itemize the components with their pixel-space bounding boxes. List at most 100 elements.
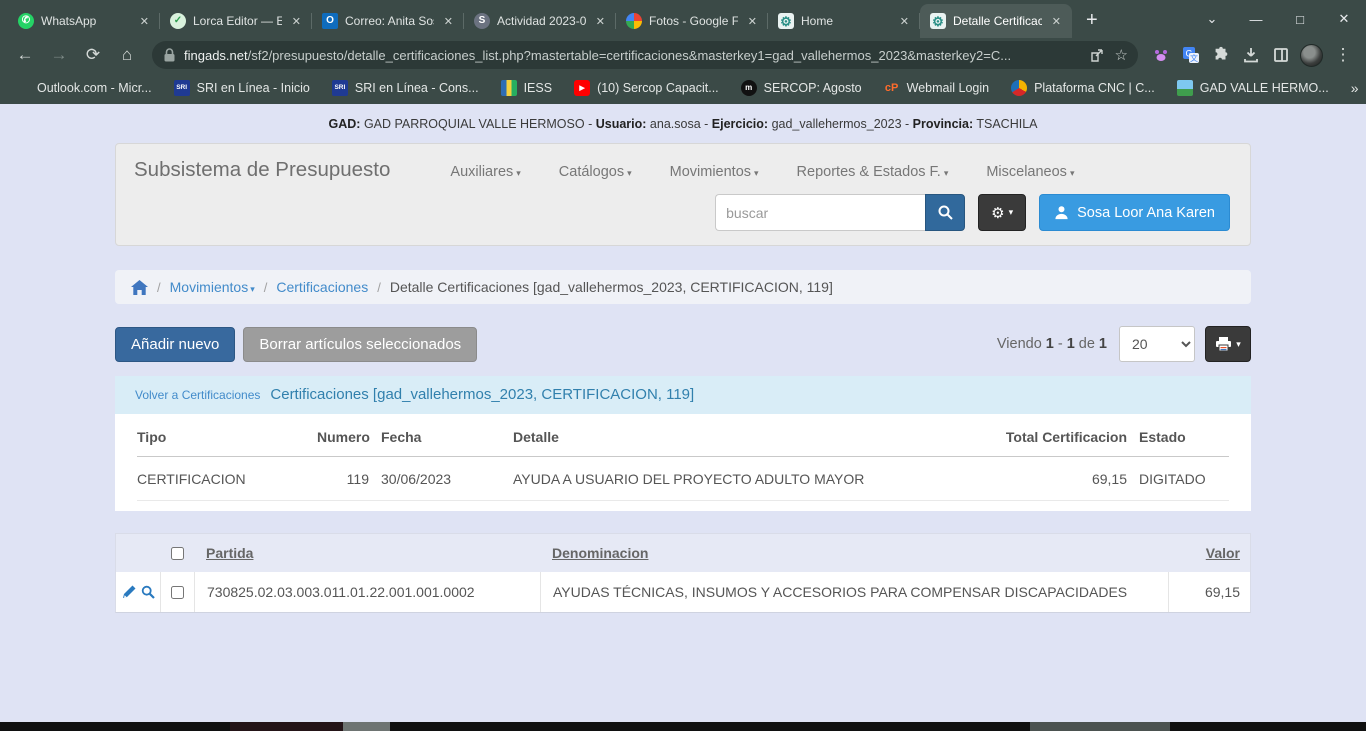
bookmark-star-icon[interactable]: ☆ — [1115, 46, 1128, 64]
tab-whatsapp[interactable]: ✆ WhatsApp ✕ — [8, 4, 160, 38]
tab-close-icon[interactable]: ✕ — [137, 13, 152, 30]
avatar — [1300, 44, 1323, 67]
print-export-button[interactable]: ▾ — [1205, 326, 1251, 362]
bookmark-sri-consultas[interactable]: SRI SRI en Línea - Cons... — [332, 80, 479, 96]
extension-pet-icon[interactable] — [1148, 42, 1174, 68]
chevron-down-icon: ▾ — [516, 168, 521, 178]
select-all-checkbox[interactable] — [171, 547, 184, 560]
denominacion-value: AYUDAS TÉCNICAS, INSUMOS Y ACCESORIOS PA… — [540, 572, 1168, 612]
translate-extension-icon[interactable]: G文 — [1178, 42, 1204, 68]
minimize-button[interactable]: — — [1234, 0, 1278, 38]
app-title: Subsistema de Presupuesto — [134, 158, 390, 182]
tab-title: WhatsApp — [41, 14, 130, 28]
profile-avatar[interactable] — [1298, 42, 1324, 68]
tab-actividad[interactable]: S Actividad 2023-0 ✕ — [464, 4, 616, 38]
tab-lorca-editor[interactable]: ✓ Lorca Editor — El ✕ — [160, 4, 312, 38]
tab-close-icon[interactable]: ✕ — [1049, 13, 1064, 30]
search-button[interactable] — [925, 194, 965, 231]
bookmark-sercop-youtube[interactable]: ▶ (10) Sercop Capacit... — [574, 80, 719, 96]
search-input[interactable] — [715, 194, 925, 231]
master-data-row: CERTIFICACION 119 30/06/2023 AYUDA A USU… — [137, 457, 1229, 501]
forward-icon[interactable]: → — [44, 41, 74, 69]
breadcrumb: / Movimientos▾ / Certificaciones / Detal… — [115, 270, 1251, 304]
add-new-button[interactable]: Añadir nuevo — [115, 327, 235, 362]
settings-dropdown-button[interactable]: ⚙ ▾ — [978, 194, 1026, 231]
menu-miscelaneos[interactable]: Miscelaneos▾ — [986, 164, 1074, 180]
provincia-label: Provincia: — [913, 117, 973, 131]
home-icon[interactable]: ⌂ — [112, 41, 142, 69]
tipo-value: CERTIFICACION — [137, 471, 305, 487]
tab-home[interactable]: ⚙ Home ✕ — [768, 4, 920, 38]
col-detalle: Detalle — [513, 429, 965, 445]
menu-reportes[interactable]: Reportes & Estados F.▾ — [797, 164, 949, 180]
bookmark-sercop-agosto[interactable]: m SERCOP: Agosto — [741, 80, 862, 96]
fingads-icon: ⚙ — [930, 13, 946, 29]
bookmark-webmail[interactable]: cP Webmail Login — [884, 80, 989, 96]
bookmark-sri-inicio[interactable]: SRI SRI en Línea - Inicio — [174, 80, 310, 96]
bookmark-cnc[interactable]: Plataforma CNC | C... — [1011, 80, 1155, 96]
close-button[interactable]: ✕ — [1322, 0, 1366, 38]
microsoft-icon — [14, 80, 30, 96]
fecha-value: 30/06/2023 — [381, 471, 501, 487]
extensions-puzzle-icon[interactable] — [1208, 42, 1234, 68]
tab-close-icon[interactable]: ✕ — [897, 13, 912, 30]
outlook-icon: O — [322, 13, 338, 29]
tab-close-icon[interactable]: ✕ — [441, 13, 456, 30]
detail-data-row: 730825.02.03.003.011.01.22.001.001.0002 … — [116, 572, 1250, 612]
user-name: Sosa Loor Ana Karen — [1077, 205, 1215, 221]
fingads-icon: ⚙ — [778, 13, 794, 29]
tab-close-icon[interactable]: ✕ — [745, 13, 760, 30]
reload-icon[interactable]: ⟳ — [78, 41, 108, 69]
col-valor[interactable]: Valor — [1206, 545, 1240, 561]
menu-auxiliares[interactable]: Auxiliares▾ — [450, 164, 520, 180]
col-numero: Numero — [317, 429, 369, 445]
breadcrumb-current: Detalle Certificaciones [gad_vallehermos… — [390, 279, 833, 295]
bookmark-iess[interactable]: IESS — [501, 80, 553, 96]
page-size-select[interactable]: 20 — [1119, 326, 1195, 362]
tab-strip: ✆ WhatsApp ✕ ✓ Lorca Editor — El ✕ O Cor… — [0, 0, 1366, 38]
delete-selected-button[interactable]: Borrar artículos seleccionados — [243, 327, 477, 362]
bookmark-label: SRI en Línea - Inicio — [197, 81, 310, 95]
home-breadcrumb-icon[interactable] — [131, 280, 148, 295]
chevron-down-icon: ▾ — [250, 284, 255, 294]
share-icon[interactable] — [1089, 47, 1105, 63]
bookmark-outlook[interactable]: Outlook.com - Micr... — [14, 80, 152, 96]
youtube-icon: ▶ — [574, 80, 590, 96]
breadcrumb-certificaciones[interactable]: Certificaciones — [276, 279, 368, 295]
reading-list-icon[interactable] — [1268, 42, 1294, 68]
total-value: 69,15 — [977, 471, 1127, 487]
tab-close-icon[interactable]: ✕ — [593, 13, 608, 30]
tab-close-icon[interactable]: ✕ — [289, 13, 304, 30]
master-header-row: Tipo Numero Fecha Detalle Total Certific… — [137, 416, 1229, 457]
tab-fotos[interactable]: Fotos - Google F ✕ — [616, 4, 768, 38]
breadcrumb-movimientos[interactable]: Movimientos▾ — [170, 279, 255, 295]
edit-pencil-icon[interactable] — [122, 585, 136, 599]
address-bar[interactable]: fingads.net/sf2/presupuesto/detalle_cert… — [152, 41, 1138, 69]
tab-title: Detalle Certificac — [953, 14, 1042, 28]
maximize-button[interactable]: □ — [1278, 0, 1322, 38]
chevron-down-icon: ▾ — [1070, 168, 1075, 178]
detail-header-row: Partida Denominacion Valor — [116, 534, 1250, 572]
menu-catalogos[interactable]: Catálogos▾ — [559, 164, 632, 180]
person-icon — [1054, 205, 1069, 220]
col-denominacion[interactable]: Denominacion — [552, 545, 648, 561]
menu-movimientos[interactable]: Movimientos▾ — [670, 164, 759, 180]
tab-search-chevron-icon[interactable]: ⌄ — [1190, 0, 1234, 38]
row-checkbox[interactable] — [171, 586, 184, 599]
col-partida[interactable]: Partida — [206, 545, 253, 561]
detail-items-table: Partida Denominacion Valor 730825.02.03.… — [115, 533, 1251, 613]
user-menu-button[interactable]: Sosa Loor Ana Karen — [1039, 194, 1230, 231]
back-icon[interactable]: ← — [10, 41, 40, 69]
bookmark-label: (10) Sercop Capacit... — [597, 81, 719, 95]
chevron-down-icon: ▾ — [754, 168, 759, 178]
bookmarks-overflow-icon[interactable]: » — [1351, 80, 1359, 96]
tab-correo[interactable]: O Correo: Anita Sos ✕ — [312, 4, 464, 38]
back-to-certificaciones-link[interactable]: Volver a Certificaciones — [135, 388, 260, 402]
bookmark-gad-valle-hermoso[interactable]: GAD VALLE HERMO... — [1177, 80, 1329, 96]
bookmark-label: Plataforma CNC | C... — [1034, 81, 1155, 95]
view-magnifier-icon[interactable] — [141, 585, 155, 599]
new-tab-button[interactable]: + — [1072, 9, 1108, 38]
browser-menu-dots-icon[interactable]: ⋮ — [1328, 41, 1358, 69]
tab-detalle-certificaciones-active[interactable]: ⚙ Detalle Certificac ✕ — [920, 4, 1072, 38]
downloads-icon[interactable] — [1238, 42, 1264, 68]
